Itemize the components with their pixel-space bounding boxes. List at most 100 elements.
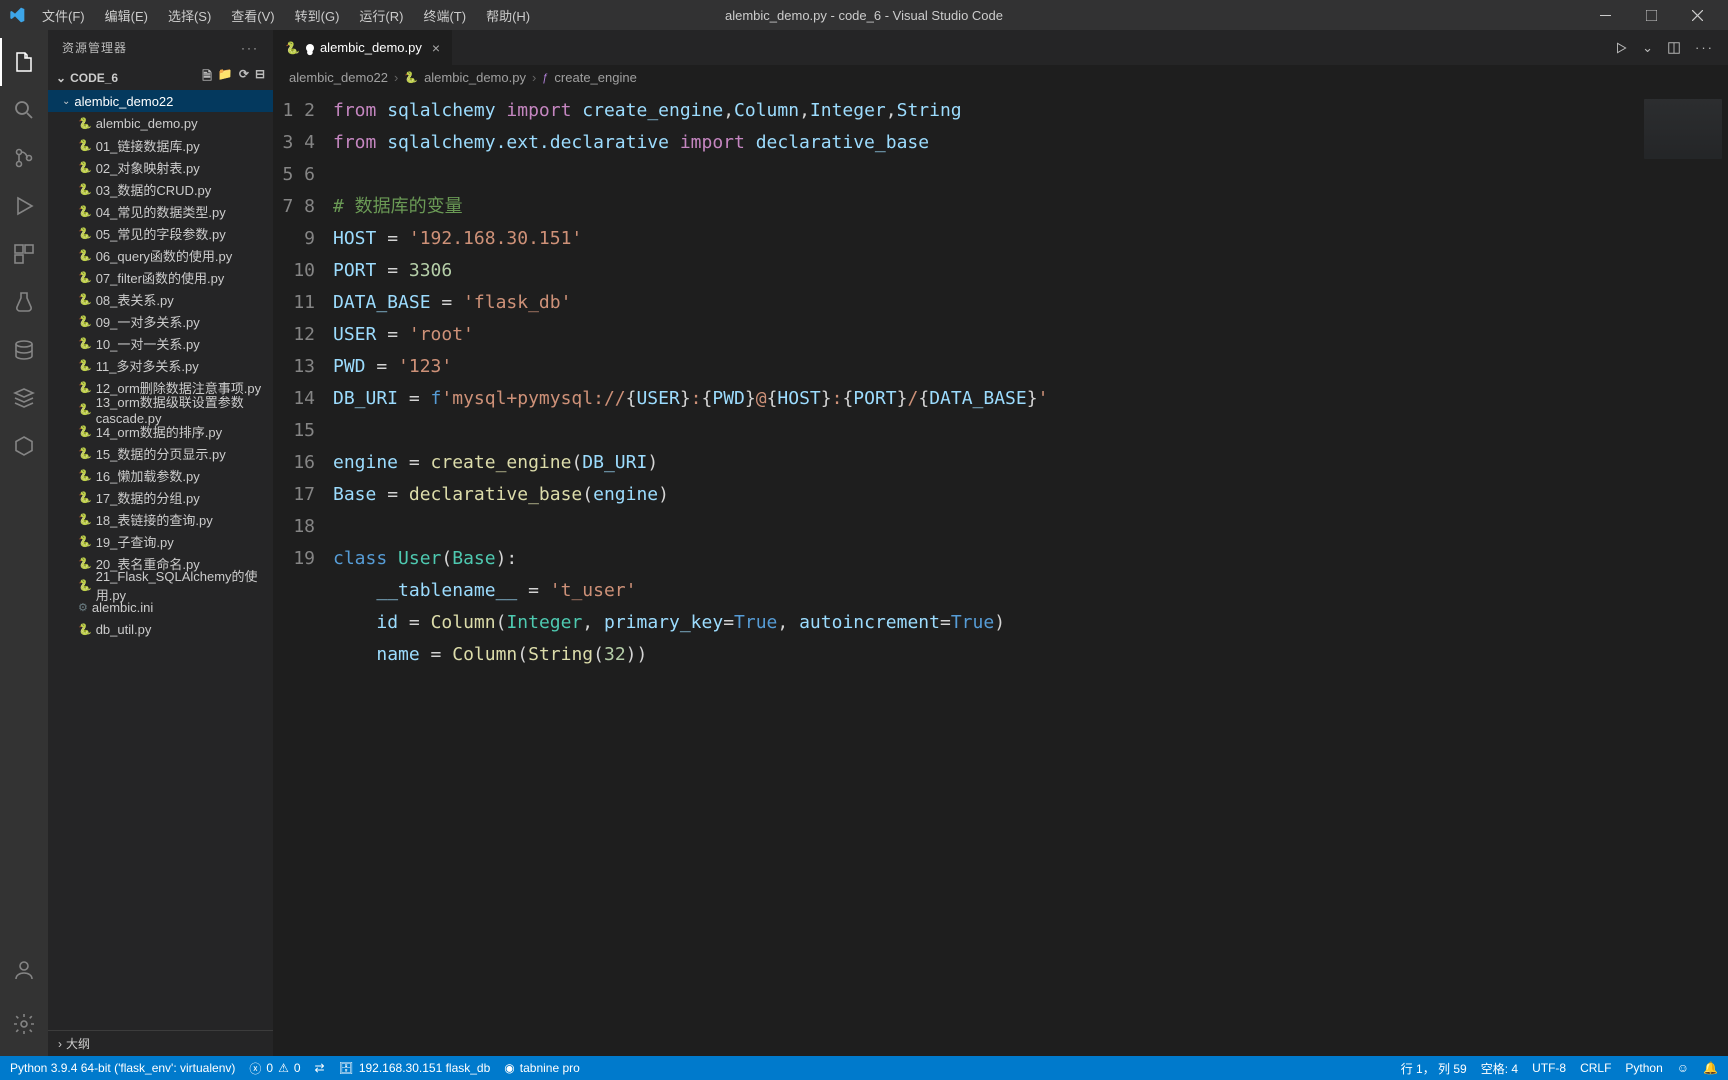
file-label: 07_filter函数的使用.py — [96, 268, 225, 287]
file-item[interactable]: 🐍01_链接数据库.py — [48, 134, 273, 156]
split-editor-icon[interactable] — [1667, 41, 1681, 55]
status-python[interactable]: Python 3.9.4 64-bit ('flask_env': virtua… — [10, 1061, 235, 1075]
refresh-icon[interactable]: ⟳ — [239, 67, 249, 88]
sidebar-more-icon[interactable]: ··· — [241, 41, 259, 55]
run-debug-icon[interactable] — [0, 182, 48, 230]
chevron-down-icon: ⌄ — [62, 96, 70, 107]
stack-icon[interactable] — [0, 374, 48, 422]
close-button[interactable] — [1674, 0, 1720, 30]
file-label: 06_query函数的使用.py — [96, 246, 233, 265]
file-item[interactable]: 🐍03_数据的CRUD.py — [48, 178, 273, 200]
status-db[interactable]: 🗄 192.168.30.151 flask_db — [339, 1061, 491, 1075]
menu-go[interactable]: 转到(G) — [285, 2, 350, 29]
menu-file[interactable]: 文件(F) — [32, 2, 95, 29]
file-item[interactable]: 🐍07_filter函数的使用.py — [48, 266, 273, 288]
chevron-down-icon: ⌄ — [56, 71, 66, 85]
file-item[interactable]: 🐍alembic_demo.py — [48, 112, 273, 134]
file-item[interactable]: 🐍15_数据的分页显示.py — [48, 442, 273, 464]
testing-icon[interactable] — [0, 278, 48, 326]
menu-view[interactable]: 查看(V) — [221, 2, 284, 29]
python-icon: 🐍 — [78, 161, 92, 174]
code-editor[interactable]: from sqlalchemy import create_engine,Col… — [333, 91, 1638, 1056]
status-problems[interactable]: ⓧ0 ⚠0 — [249, 1060, 300, 1077]
chevron-down-icon[interactable]: ⌄ — [1642, 40, 1653, 56]
file-label: alembic_demo.py — [96, 116, 198, 131]
extensions-icon[interactable] — [0, 230, 48, 278]
db-label: 192.168.30.151 flask_db — [359, 1061, 490, 1075]
file-item[interactable]: 🐍06_query函数的使用.py — [48, 244, 273, 266]
status-eol[interactable]: CRLF — [1580, 1061, 1611, 1075]
menu-selection[interactable]: 选择(S) — [158, 2, 221, 29]
file-item[interactable]: 🐍db_util.py — [48, 618, 273, 640]
folder-alembic-demo22[interactable]: ⌄ alembic_demo22 — [48, 90, 273, 112]
maximize-button[interactable] — [1628, 0, 1674, 30]
hex-icon[interactable] — [0, 422, 48, 470]
run-icon[interactable] — [1614, 41, 1628, 55]
status-feedback-icon[interactable]: ☺ — [1677, 1061, 1689, 1075]
outline-header[interactable]: › 大纲 — [48, 1030, 273, 1056]
python-icon: 🐍 — [78, 227, 92, 240]
status-encoding[interactable]: UTF-8 — [1532, 1061, 1566, 1075]
project-name: CODE_6 — [70, 71, 118, 85]
file-label: 04_常见的数据类型.py — [96, 202, 226, 221]
new-file-icon[interactable]: 🗎 — [202, 67, 212, 88]
file-item[interactable]: 🐍21_Flask_SQLAlchemy的使用.py — [48, 574, 273, 596]
breadcrumb-item[interactable]: create_engine — [554, 70, 636, 85]
status-ports[interactable]: ⇄ — [315, 1061, 325, 1075]
file-item[interactable]: 🐍10_一对一关系.py — [48, 332, 273, 354]
file-item[interactable]: 🐍04_常见的数据类型.py — [48, 200, 273, 222]
status-cursor[interactable]: 行 1， 列 59 — [1401, 1060, 1467, 1077]
status-spaces[interactable]: 空格: 4 — [1481, 1060, 1518, 1077]
error-count: 0 — [266, 1061, 273, 1075]
settings-icon[interactable] — [0, 1000, 48, 1048]
file-item[interactable]: 🐍19_子查询.py — [48, 530, 273, 552]
python-icon: 🐍 — [78, 403, 92, 416]
menu-help[interactable]: 帮助(H) — [476, 2, 540, 29]
status-tabnine[interactable]: ◉ tabnine pro — [504, 1061, 580, 1075]
minimap-thumb — [1644, 99, 1722, 159]
sidebar-title: 资源管理器 — [62, 39, 127, 56]
file-tree: ⌄ alembic_demo22 🐍alembic_demo.py 🐍01_链接… — [48, 90, 273, 1030]
more-icon[interactable]: ··· — [1695, 40, 1714, 55]
status-lang[interactable]: Python — [1625, 1061, 1662, 1075]
python-icon: 🐍 — [78, 139, 92, 152]
modified-dot-icon: ● — [306, 44, 314, 52]
file-item[interactable]: 🐍16_懒加载参数.py — [48, 464, 273, 486]
tab-alembic-demo[interactable]: 🐍 ● alembic_demo.py × — [273, 30, 453, 65]
project-header[interactable]: ⌄ CODE_6 🗎 📁 ⟳ ⊟ — [48, 65, 273, 90]
file-item[interactable]: 🐍18_表链接的查询.py — [48, 508, 273, 530]
ini-icon: ⚙ — [78, 601, 88, 614]
breadcrumb-item[interactable]: alembic_demo22 — [289, 70, 388, 85]
breadcrumbs[interactable]: alembic_demo22 › 🐍 alembic_demo.py › ƒ c… — [273, 65, 1728, 91]
folder-label: alembic_demo22 — [74, 94, 173, 109]
python-icon: 🐍 — [78, 381, 92, 394]
explorer-icon[interactable] — [0, 38, 48, 86]
source-control-icon[interactable] — [0, 134, 48, 182]
file-item[interactable]: 🐍02_对象映射表.py — [48, 156, 273, 178]
file-item[interactable]: 🐍08_表关系.py — [48, 288, 273, 310]
file-item[interactable]: 🐍05_常见的字段参数.py — [48, 222, 273, 244]
file-item[interactable]: 🐍13_orm数据级联设置参数cascade.py — [48, 398, 273, 420]
status-bell-icon[interactable]: 🔔 — [1703, 1061, 1718, 1075]
collapse-icon[interactable]: ⊟ — [255, 67, 265, 88]
search-icon[interactable] — [0, 86, 48, 134]
file-item[interactable]: 🐍11_多对多关系.py — [48, 354, 273, 376]
new-folder-icon[interactable]: 📁 — [218, 67, 233, 88]
file-label: 17_数据的分组.py — [96, 488, 200, 507]
minimize-button[interactable] — [1582, 0, 1628, 30]
python-icon: 🐍 — [78, 579, 92, 592]
python-icon: 🐍 — [78, 425, 92, 438]
menu-terminal[interactable]: 终端(T) — [413, 2, 476, 29]
database-icon[interactable] — [0, 326, 48, 374]
breadcrumb-item[interactable]: alembic_demo.py — [424, 70, 526, 85]
file-label: 15_数据的分页显示.py — [96, 444, 226, 463]
tab-close-icon[interactable]: × — [432, 40, 440, 56]
file-item[interactable]: 🐍17_数据的分组.py — [48, 486, 273, 508]
file-label: 18_表链接的查询.py — [96, 510, 213, 529]
symbol-icon: ƒ — [542, 72, 548, 84]
menu-run[interactable]: 运行(R) — [349, 2, 413, 29]
file-item[interactable]: 🐍09_一对多关系.py — [48, 310, 273, 332]
account-icon[interactable] — [0, 946, 48, 994]
minimap[interactable] — [1638, 91, 1728, 1056]
menu-edit[interactable]: 编辑(E) — [95, 2, 158, 29]
